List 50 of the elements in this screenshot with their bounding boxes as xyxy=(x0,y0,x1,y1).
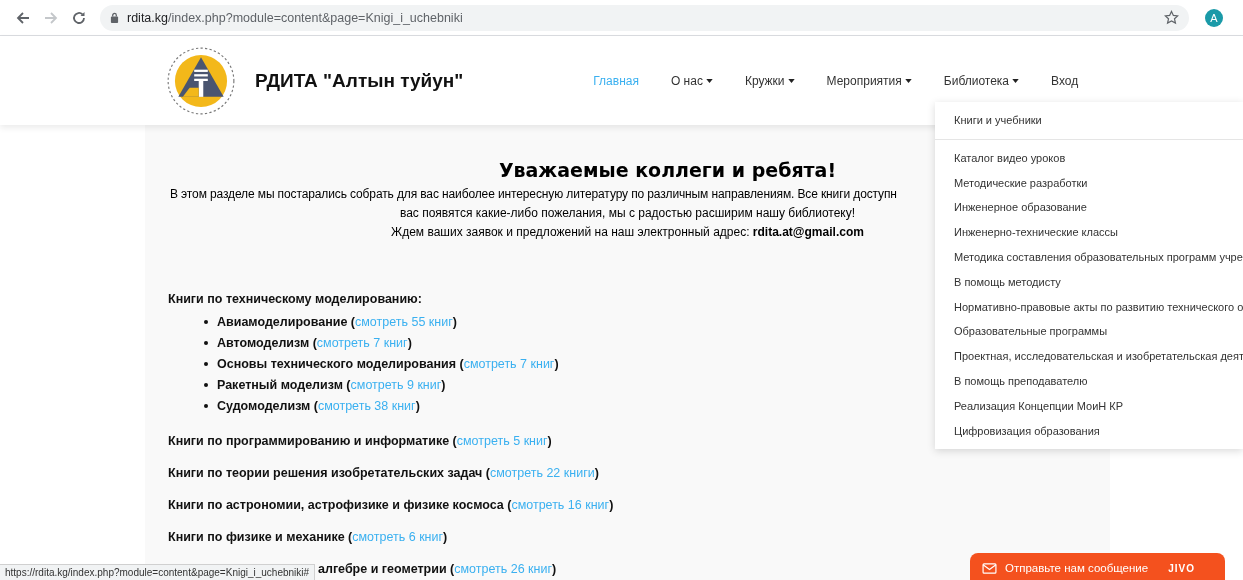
bookmark-star-icon[interactable] xyxy=(1164,10,1179,25)
lock-icon xyxy=(110,12,119,23)
intro-text: Ждем ваших заявок и предложений на наш электронный адрес: rdita.at@gmail.com xyxy=(391,225,864,239)
caret-icon xyxy=(1012,78,1020,83)
nav-link[interactable]: Вход xyxy=(1035,73,1095,88)
category-line: Судомоделизм (смотреть 38 книг) xyxy=(217,398,420,413)
bullet-icon xyxy=(204,361,208,366)
intro-text: В этом разделе мы постарались собрать для вас наиболее интересную литературу по различным направлениям. Все книги доступн xyxy=(170,187,897,201)
menu-item[interactable]: Цифровизация образования xyxy=(935,418,1119,444)
category-line: Авиамоделирование (смотреть 55 книг) xyxy=(217,314,457,329)
menu-item[interactable]: Инженерное образование xyxy=(935,195,1106,221)
bullet-icon xyxy=(204,382,208,387)
menu-item[interactable]: Нормативно-правовые акты по развитию технического о xyxy=(935,294,1243,320)
bullet-icon xyxy=(204,403,208,408)
menu-item[interactable]: Инженерно-технические классы xyxy=(935,220,1137,245)
menu-item[interactable]: Проектная, исследовательская и изобретательская деят xyxy=(935,344,1243,369)
menu-item[interactable]: Методические разработки xyxy=(935,170,1107,196)
menu-item[interactable]: Книги и учебники xyxy=(935,108,1243,140)
caret-icon xyxy=(787,78,795,83)
nav-link[interactable]: О нас xyxy=(654,73,729,88)
section-title: Книги по техническому моделированию: xyxy=(168,292,422,306)
menu-item[interactable]: Каталог видео уроков xyxy=(935,145,1085,171)
address-bar[interactable]: rdita.kg/index.php?module=content&page=Knigi_i_uchebniki xyxy=(100,4,1189,31)
category-line: Книги по астрономии, астрофизике и физике космоса (смотреть 16 книг) xyxy=(168,498,614,512)
menu-item[interactable]: Реализация Концепции МоиН КР xyxy=(935,393,1143,419)
caret-icon xyxy=(705,78,713,83)
category-line: Книги по программированию и информатике (смотреть 5 книг) xyxy=(168,434,552,448)
page-heading: Уважаемые коллеги и ребята! xyxy=(497,159,837,181)
menu-item[interactable]: В помощь методисту xyxy=(935,269,1080,295)
nav-link[interactable]: Библиотека xyxy=(927,73,1036,88)
bullet-icon xyxy=(204,340,208,345)
logo-icon xyxy=(167,46,235,115)
intro-text: вас появятся какие-либо пожелания, мы с радостью расширим нашу библиотеку! xyxy=(399,206,856,220)
bullet-icon xyxy=(204,319,208,324)
chat-brand: JIVO xyxy=(1168,562,1195,574)
menu-item[interactable]: Образовательные программы xyxy=(935,319,1127,345)
nav-link[interactable]: Кружки xyxy=(728,73,811,88)
envelope-icon xyxy=(982,562,997,574)
menu-item[interactable]: В помощь преподавателю xyxy=(935,368,1107,394)
category-line: Книги по теории решения изобретательских задач (смотреть 22 книги) xyxy=(168,466,599,480)
menu-item[interactable]: Методика составления образовательных программ учре xyxy=(935,245,1243,270)
status-url: https://rdita.kg/index.php?module=content&page=Knigi_i_uchebniki# xyxy=(0,564,316,580)
category-line: Основы технического моделирования (смотреть 7 книг) xyxy=(217,356,559,371)
category-line: Ракетный моделизм (смотреть 9 книг) xyxy=(217,377,446,392)
category-line: Автомоделизм (смотреть 7 книг) xyxy=(217,335,412,350)
category-line: Книги по физике и механике (смотреть 6 книг) xyxy=(168,530,448,544)
category-line: алгебре и геометрии (смотреть 26 книг) xyxy=(318,562,557,576)
caret-icon xyxy=(904,78,912,83)
nav-link[interactable]: Мероприятия xyxy=(810,73,928,88)
site-title: РДИТА "Алтын туйун" xyxy=(255,69,464,92)
